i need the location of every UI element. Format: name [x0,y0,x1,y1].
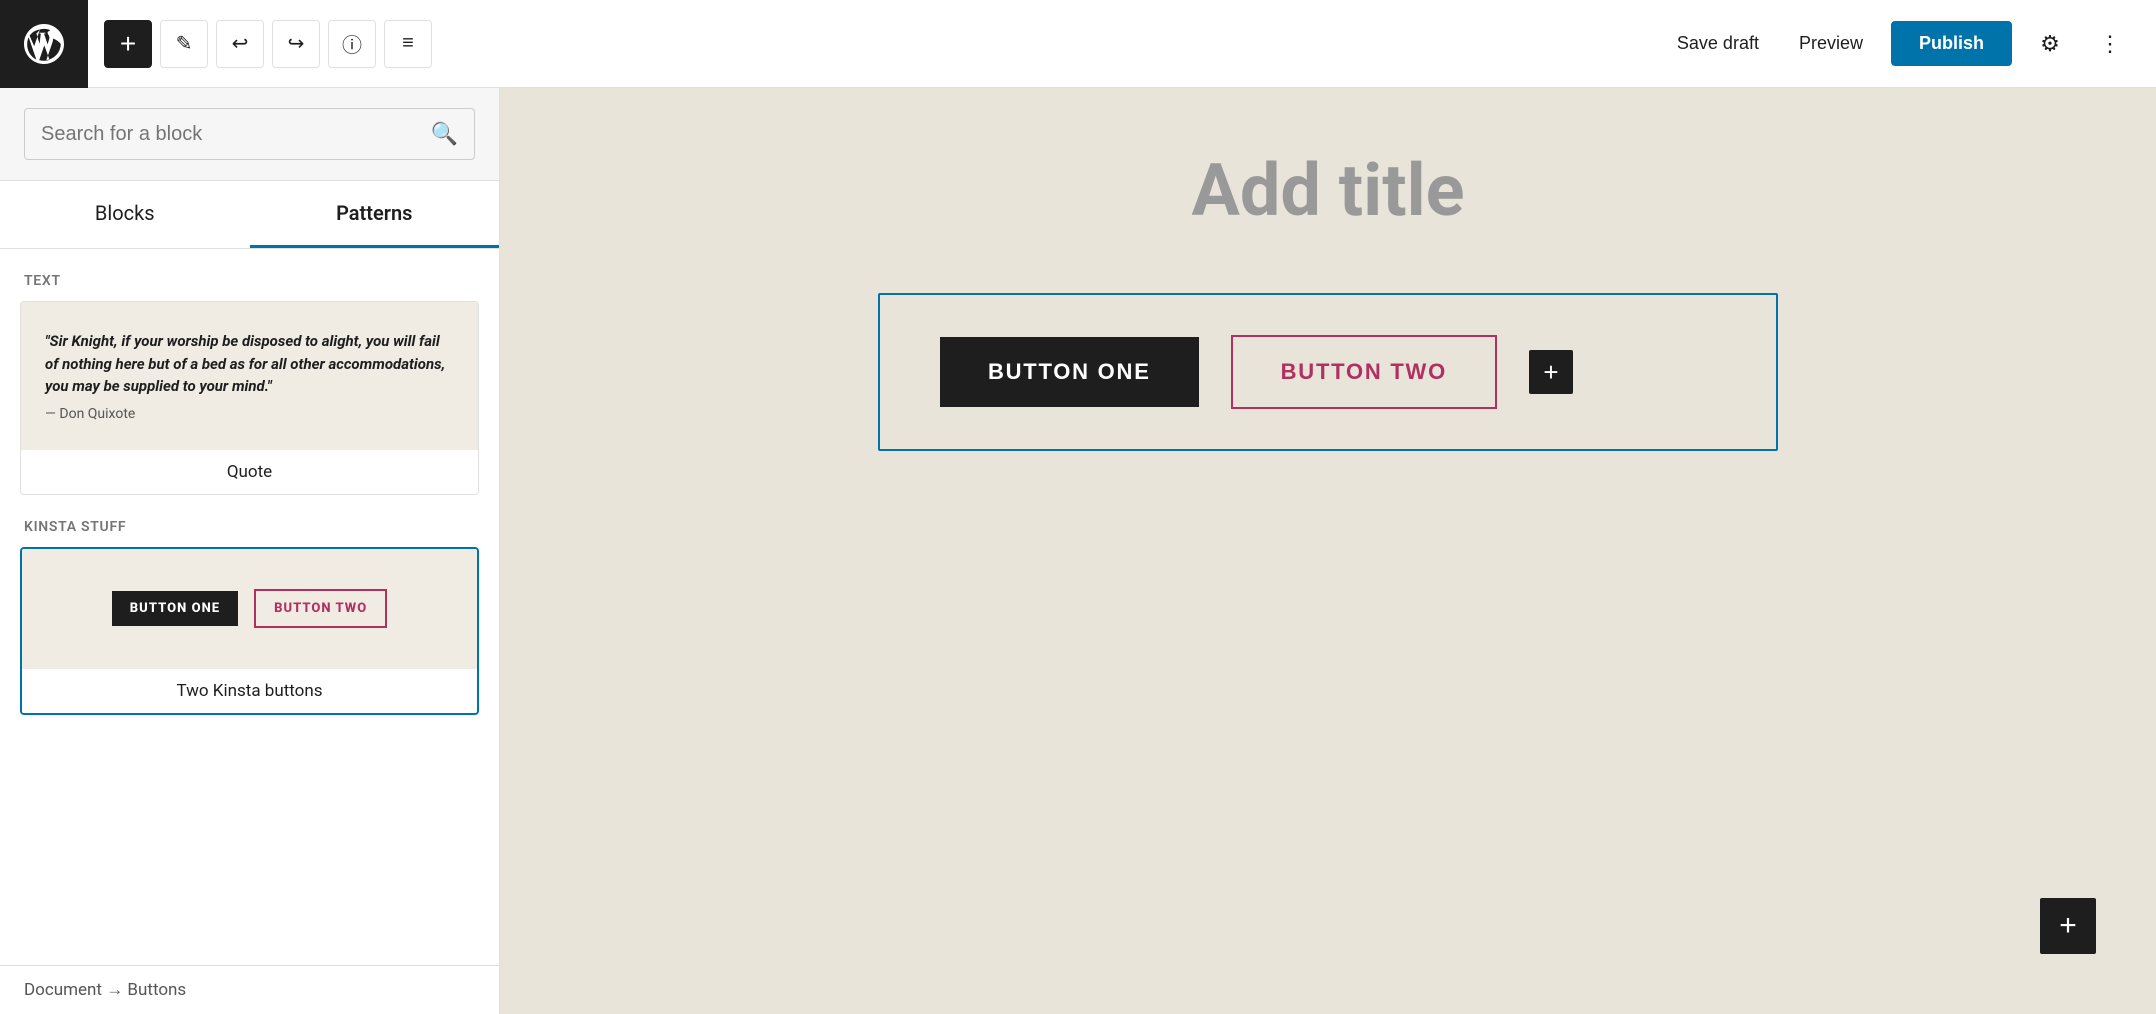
page-title[interactable]: Add title [878,148,1778,233]
toolbar-right: Save draft Preview Publish ⚙ ⋮ [1641,21,2156,66]
info-icon: ⓘ [342,29,362,58]
pattern-card-quote[interactable]: "Sir Knight, if your worship be disposed… [20,301,479,495]
quote-text: "Sir Knight, if your worship be disposed… [45,330,454,398]
preview-btn-one: BUTTON ONE [112,591,238,626]
redo-icon: ↪ [288,31,305,56]
section-text-label: TEXT [0,265,499,301]
publish-button[interactable]: Publish [1891,21,2012,66]
tab-blocks[interactable]: Blocks [0,181,250,248]
buttons-block: BUTTON ONE BUTTON TWO + [878,293,1778,451]
wp-logo-icon [20,20,68,68]
gear-icon: ⚙ [2040,31,2060,57]
content-area: Add title BUTTON ONE BUTTON TWO + + [500,88,2156,1014]
settings-button[interactable]: ⚙ [2028,22,2072,66]
toolbar-left: + ✎ ↩ ↪ ⓘ ≡ [88,20,1641,68]
search-button[interactable]: 🔍 [431,121,458,147]
quote-attribution: — Don Quixote [45,406,135,422]
content-button-two[interactable]: BUTTON TWO [1231,335,1497,409]
preview-button[interactable]: Preview [1787,25,1875,62]
add-block-bottom-button[interactable]: + [2040,898,2096,954]
buttons-preview: BUTTON ONE BUTTON TWO [22,549,477,669]
pencil-icon: ✎ [176,31,193,56]
undo-icon: ↩ [232,31,249,56]
buttons-pattern-label: Two Kinsta buttons [22,669,477,713]
more-options-button[interactable]: ⋮ [2088,22,2132,66]
breadcrumb: Document → Buttons [0,965,499,1014]
list-view-button[interactable]: ≡ [384,20,432,68]
info-button[interactable]: ⓘ [328,20,376,68]
search-area: 🔍 [0,88,499,181]
list-icon: ≡ [402,32,414,55]
tab-patterns[interactable]: Patterns [250,181,500,248]
quote-preview: "Sir Knight, if your worship be disposed… [21,302,478,450]
search-input-wrap: 🔍 [24,108,475,160]
search-input[interactable] [41,123,431,146]
sidebar-content: TEXT "Sir Knight, if your worship be dis… [0,249,499,965]
more-icon: ⋮ [2099,31,2121,57]
undo-button[interactable]: ↩ [216,20,264,68]
preview-btn-two: BUTTON TWO [254,589,387,628]
save-draft-button[interactable]: Save draft [1665,25,1771,62]
add-inline-button[interactable]: + [1529,350,1573,394]
section-kinsta-label: KINSTA STUFF [0,511,499,547]
search-icon: 🔍 [431,121,458,146]
pattern-card-buttons[interactable]: BUTTON ONE BUTTON TWO Two Kinsta buttons [20,547,479,715]
pencil-button[interactable]: ✎ [160,20,208,68]
wp-logo-button[interactable] [0,0,88,88]
toolbar: + ✎ ↩ ↪ ⓘ ≡ Save draft Preview Publish ⚙… [0,0,2156,88]
add-block-button[interactable]: + [104,20,152,68]
main-area: 🔍 Blocks Patterns TEXT "Sir Knight, if y… [0,88,2156,1014]
sidebar: 🔍 Blocks Patterns TEXT "Sir Knight, if y… [0,88,500,1014]
quote-pattern-label: Quote [21,450,478,494]
content-button-one[interactable]: BUTTON ONE [940,337,1199,407]
redo-button[interactable]: ↪ [272,20,320,68]
tabs: Blocks Patterns [0,181,499,249]
